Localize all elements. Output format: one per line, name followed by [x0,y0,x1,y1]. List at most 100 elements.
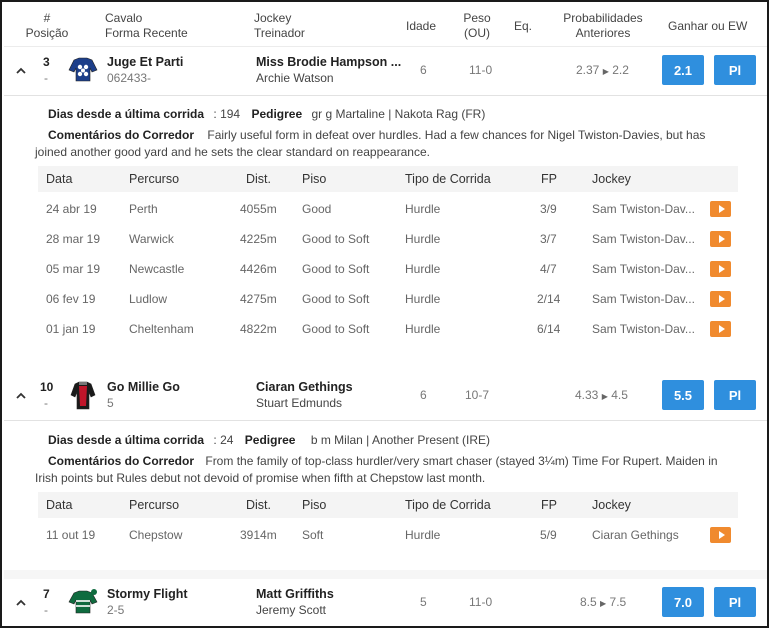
runner-row[interactable]: 10 - Go Millie Go 5 Ciaran Gethings Stua… [4,372,767,419]
trainer-name[interactable]: Stuart Edmunds [256,396,342,410]
runner-weight: 11-0 [469,63,493,77]
col-going: Piso [302,172,327,186]
row-date: 01 jan 19 [46,322,96,336]
recent-form: 5 [107,396,114,410]
days-since-row: Dias desde a última corrida : 194 Pedigr… [48,107,485,121]
row-distance: 4055m [240,202,277,216]
arrow-right-icon: ▶ [600,599,607,608]
form-table-row: 24 abr 19 Perth 4055m Good Hurdle 3/9 Sa… [38,194,738,224]
header-bet: Ganhar ou EW [668,19,748,33]
odds-history: 2.37 ▶ 2.2 [576,63,629,77]
header-form-label: Forma Recente [105,26,188,40]
odds-current: 7.5 [609,595,627,609]
comments-text-2: Irish points but Rules debut not devoid … [35,471,486,485]
runner-age: 6 [420,388,427,402]
row-date: 06 fev 19 [46,292,96,306]
row-course: Ludlow [129,292,168,306]
header-weight-label: Peso [463,11,491,25]
row-fp: 3/7 [540,232,557,246]
row-course: Warwick [129,232,174,246]
runner-number: 7 [43,587,50,601]
chevron-up-icon[interactable] [16,598,26,608]
jockey-name[interactable]: Matt Griffiths [256,587,334,601]
odds-previous: 8.5 [580,595,597,609]
row-fp: 5/9 [540,528,557,542]
win-odds-button[interactable]: 7.0 [662,587,704,617]
header-equipment: Eq. [514,19,533,33]
runner-position: - [44,71,48,85]
header-horse: Cavalo Forma Recente [105,11,188,41]
col-course: Percurso [129,498,180,512]
row-date: 28 mar 19 [46,232,101,246]
header-weight-unit: (OU) [464,26,490,40]
win-odds-button[interactable]: 2.1 [662,55,704,85]
jockey-silk-icon [70,381,96,410]
col-race-type: Tipo de Corrida [405,172,491,186]
horse-name[interactable]: Juge Et Parti [107,55,183,69]
row-distance: 4225m [240,232,277,246]
recent-form: 2-5 [107,603,125,617]
row-date: 11 out 19 [46,528,96,542]
comments-line-1: Comentários do Corredor From the family … [48,454,718,468]
row-jockey: Sam Twiston-Dav... [592,232,695,246]
win-odds-button[interactable]: 5.5 [662,380,704,410]
row-date: 24 abr 19 [46,202,97,216]
row-course: Cheltenham [129,322,194,336]
runner-number: 3 [43,55,50,69]
video-replay-icon[interactable] [710,527,731,543]
trainer-name[interactable]: Jeremy Scott [256,603,326,617]
trainer-name[interactable]: Archie Watson [256,71,334,85]
runner-position: - [44,603,48,617]
row-going: Good to Soft [302,232,370,246]
row-course: Chepstow [129,528,183,542]
days-since-row: Dias desde a última corrida : 24 Pedigre… [48,433,490,447]
col-fp: FP [541,498,557,512]
col-date: Data [46,498,73,512]
racecard-panel: # Posição Cavalo Forma Recente Jockey Tr… [0,0,769,628]
form-table-row: 05 mar 19 Newcastle 4426m Good to Soft H… [38,254,738,284]
comments-text-1: Fairly useful form in defeat over hurdle… [207,128,706,142]
chevron-up-icon[interactable] [16,391,26,401]
place-button[interactable]: Pl [714,55,756,85]
runner-weight: 10-7 [465,388,490,402]
runner-details: Dias desde a última corrida : 194 Pedigr… [4,95,767,371]
odds-current: 2.2 [612,63,629,77]
jockey-name[interactable]: Ciaran Gethings [256,380,353,394]
video-replay-icon[interactable] [710,231,731,247]
form-table-row: 28 mar 19 Warwick 4225m Good to Soft Hur… [38,224,738,254]
row-distance: 3914m [240,528,277,542]
video-replay-icon[interactable] [710,261,731,277]
header-jockey-label: Jockey [254,11,292,25]
header-position-label: Posição [25,26,69,40]
chevron-up-icon[interactable] [16,66,26,76]
row-course: Newcastle [129,262,185,276]
jockey-name[interactable]: Miss Brodie Hampson ... [256,55,401,69]
col-date: Data [46,172,73,186]
col-fp: FP [541,172,557,186]
odds-previous: 2.37 [576,63,600,77]
form-table-row: 01 jan 19 Cheltenham 4822m Good to Soft … [38,314,738,344]
video-replay-icon[interactable] [710,291,731,307]
horse-name[interactable]: Go Millie Go [107,380,180,394]
runner-weight: 11-0 [469,595,493,609]
runner-row[interactable]: 7 - Stormy Flight 2-5 Matt Griffiths Jer… [4,579,767,626]
row-going: Soft [302,528,324,542]
days-since-label: Dias desde a última corrida [48,107,205,121]
header-jockey: Jockey Treinador [254,11,305,41]
place-button[interactable]: Pl [714,587,756,617]
place-button[interactable]: Pl [714,380,756,410]
horse-name[interactable]: Stormy Flight [107,587,188,601]
odds-history: 4.33 ▶ 4.5 [575,388,628,402]
runner-row[interactable]: 3 - Juge Et Parti 062433- Miss Brodie Ha… [4,47,767,95]
video-replay-icon[interactable] [710,321,731,337]
pedigree-label: Pedigree [251,107,303,121]
arrow-right-icon: ▶ [602,67,609,76]
odds-previous: 4.33 [575,388,599,402]
form-table-header: Data Percurso Dist. Piso Tipo de Corrida… [38,166,738,192]
runner-age: 6 [420,63,427,77]
recent-form: 062433- [107,71,152,85]
row-jockey: Sam Twiston-Dav... [592,262,695,276]
row-going: Good to Soft [302,292,370,306]
video-replay-icon[interactable] [710,201,731,217]
days-since-value: : 24 [213,433,234,447]
